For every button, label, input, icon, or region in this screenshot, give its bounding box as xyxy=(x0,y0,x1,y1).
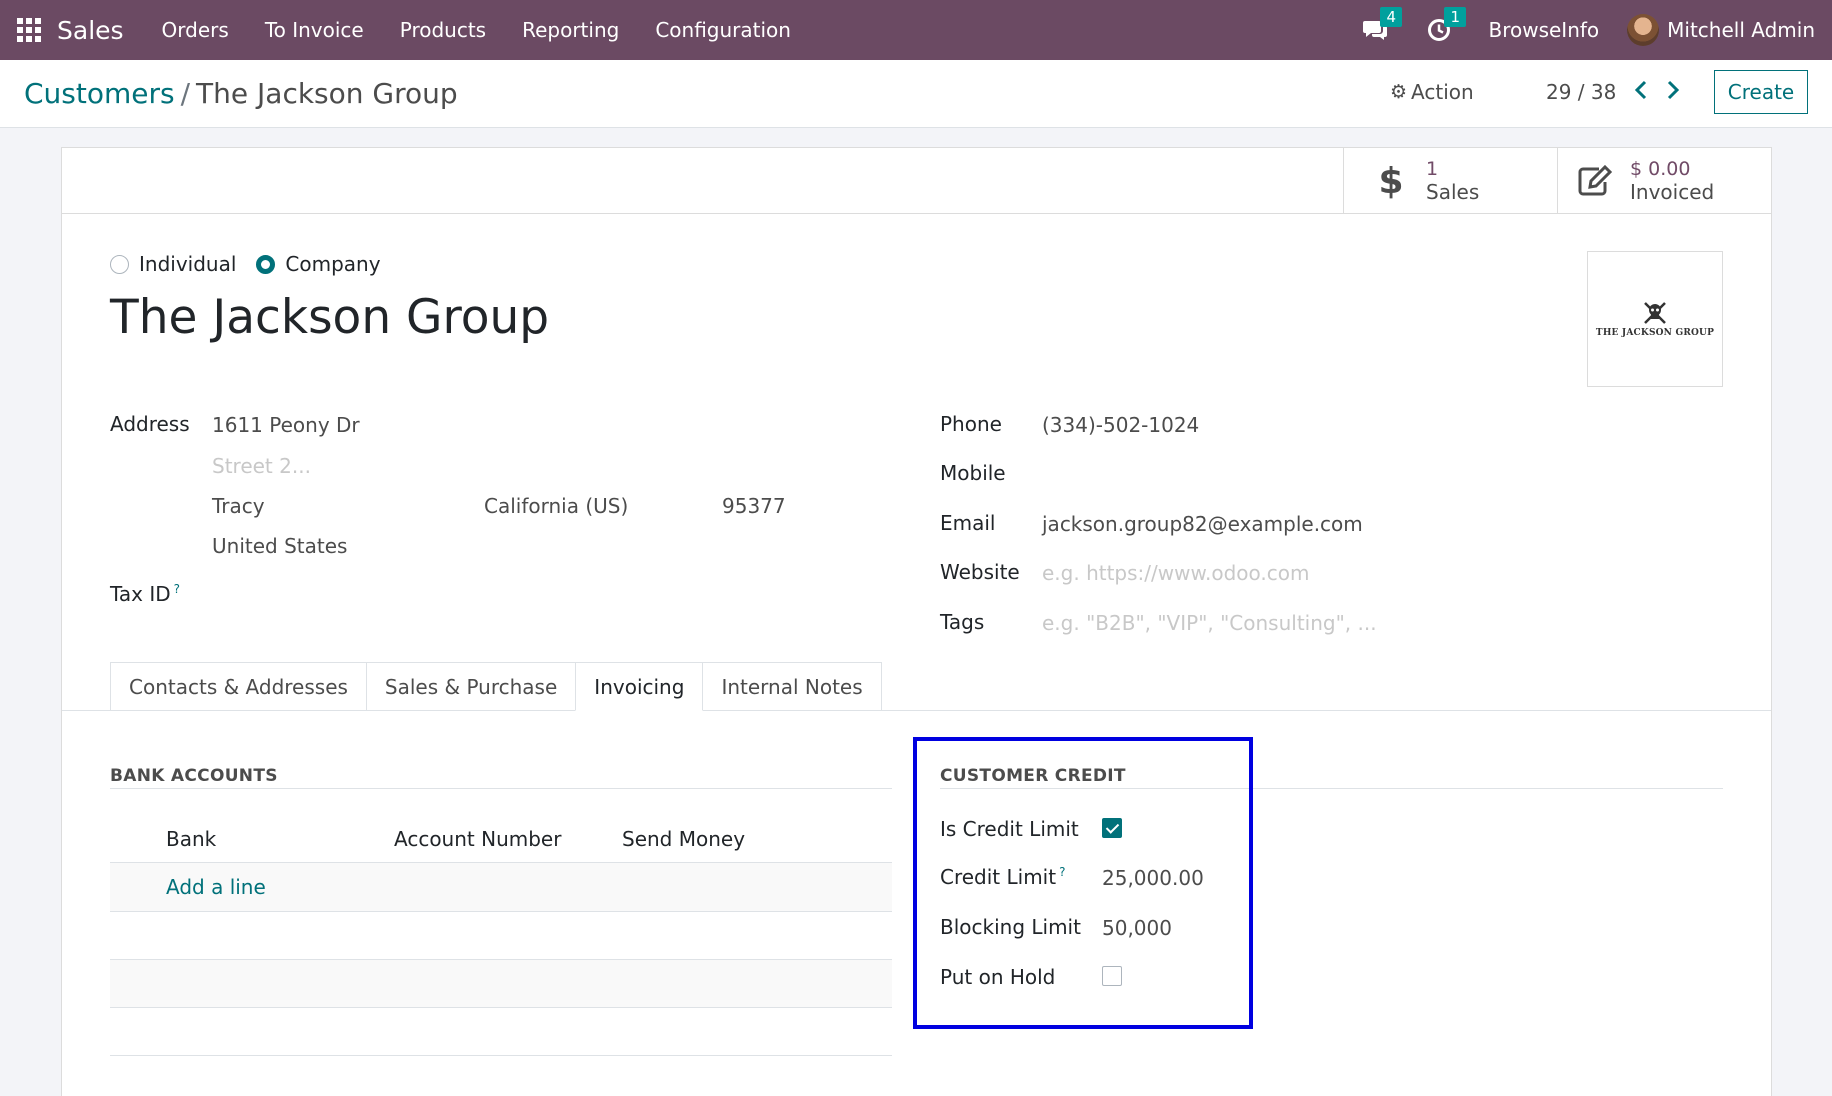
country-field[interactable]: United States xyxy=(212,534,347,558)
skull-logo-icon xyxy=(1644,302,1666,324)
website-label: Website xyxy=(940,560,1020,584)
address-label: Address xyxy=(110,412,190,436)
company-switcher[interactable]: BrowseInfo xyxy=(1488,18,1599,42)
radio-individual-label[interactable]: Individual xyxy=(139,252,236,276)
email-field[interactable]: jackson.group82@example.com xyxy=(1042,512,1363,536)
menu-products[interactable]: Products xyxy=(382,18,504,42)
city-field[interactable]: Tracy xyxy=(212,494,265,518)
menu-reporting[interactable]: Reporting xyxy=(504,18,637,42)
breadcrumb: Customers / The Jackson Group xyxy=(24,77,458,110)
column-send-money[interactable]: Send Money xyxy=(622,827,745,851)
zip-field[interactable]: 95377 xyxy=(722,494,786,518)
table-row-divider xyxy=(110,1007,892,1008)
tax-id-label-text: Tax ID xyxy=(110,582,171,606)
pager-value[interactable]: 29 / 38 xyxy=(1546,80,1616,104)
menu-to-invoice[interactable]: To Invoice xyxy=(247,18,382,42)
action-menu-button[interactable]: ⚙ Action xyxy=(1390,80,1474,104)
breadcrumb-customers[interactable]: Customers xyxy=(24,77,175,110)
app-grid-icon[interactable] xyxy=(17,18,41,42)
street-field[interactable]: 1611 Peony Dr xyxy=(212,413,360,437)
mobile-label: Mobile xyxy=(940,461,1006,485)
bank-accounts-title: BANK ACCOUNTS xyxy=(110,766,278,786)
tabs-divider xyxy=(62,710,1771,711)
notebook-tabs: Contacts & Addresses Sales & Purchase In… xyxy=(110,662,882,711)
create-button[interactable]: Create xyxy=(1714,70,1808,114)
dollar-icon: $ xyxy=(1366,162,1416,200)
street2-field[interactable]: Street 2... xyxy=(212,454,311,478)
gear-icon: ⚙ xyxy=(1390,81,1408,103)
tab-internal-notes[interactable]: Internal Notes xyxy=(702,662,882,711)
table-bottom-border xyxy=(110,1055,892,1056)
phone-field[interactable]: (334)-502-1024 xyxy=(1042,413,1199,437)
add-line-button[interactable]: Add a line xyxy=(166,875,266,899)
pager-next-button[interactable] xyxy=(1663,76,1683,104)
top-navbar: Sales Orders To Invoice Products Reporti… xyxy=(0,0,1832,60)
table-row xyxy=(110,960,892,1007)
mobile-field[interactable] xyxy=(1042,461,1442,485)
invoiced-amount: $ 0.00 xyxy=(1630,158,1691,180)
tags-label: Tags xyxy=(940,610,985,634)
pager-previous-button[interactable] xyxy=(1631,76,1651,104)
tab-sales-purchase[interactable]: Sales & Purchase xyxy=(365,662,577,711)
chevron-left-icon xyxy=(1634,80,1647,100)
radio-company[interactable] xyxy=(256,254,276,274)
app-name[interactable]: Sales xyxy=(57,16,124,45)
customer-credit-highlight xyxy=(913,737,1253,1029)
sales-label: Sales xyxy=(1426,180,1480,204)
radio-company-label[interactable]: Company xyxy=(285,252,380,276)
activities-button[interactable]: 1 xyxy=(1424,7,1467,45)
email-label: Email xyxy=(940,511,996,535)
svg-text:$: $ xyxy=(1379,162,1403,200)
column-account-number[interactable]: Account Number xyxy=(394,827,561,851)
user-menu[interactable]: Mitchell Admin xyxy=(1667,18,1815,42)
tab-invoicing[interactable]: Invoicing xyxy=(575,662,704,711)
logo-text: THE JACKSON GROUP xyxy=(1595,328,1715,338)
smart-button-box: $ 1 Sales $ 0.00 Invoiced xyxy=(62,148,1771,214)
radio-individual[interactable] xyxy=(110,254,129,274)
sales-smart-button[interactable]: $ 1 Sales xyxy=(1343,148,1558,214)
column-bank[interactable]: Bank xyxy=(166,827,216,851)
breadcrumb-current: The Jackson Group xyxy=(196,77,458,110)
phone-label: Phone xyxy=(940,412,1002,436)
state-field[interactable]: California (US) xyxy=(484,494,628,518)
tax-id-label: Tax ID? xyxy=(110,582,180,606)
sales-count: 1 xyxy=(1426,158,1439,180)
activities-badge: 1 xyxy=(1444,7,1467,27)
website-field[interactable]: e.g. https://www.odoo.com xyxy=(1042,561,1309,585)
invoiced-label: Invoiced xyxy=(1630,180,1715,204)
user-avatar[interactable] xyxy=(1627,14,1660,46)
action-label: Action xyxy=(1411,80,1474,104)
bank-accounts-rule xyxy=(110,788,892,789)
partner-logo[interactable]: THE JACKSON GROUP xyxy=(1587,251,1723,387)
navbar-systray: 4 1 BrowseInfo Mitchell Admin xyxy=(1360,0,1832,60)
menu-orders[interactable]: Orders xyxy=(144,18,247,42)
messages-badge: 4 xyxy=(1380,7,1403,27)
table-row-divider xyxy=(110,911,892,912)
messages-button[interactable]: 4 xyxy=(1360,7,1403,45)
tab-contacts-addresses[interactable]: Contacts & Addresses xyxy=(110,662,367,711)
menu-configuration[interactable]: Configuration xyxy=(637,18,809,42)
breadcrumb-separator: / xyxy=(180,77,191,110)
edit-icon xyxy=(1570,165,1620,197)
invoiced-smart-button[interactable]: $ 0.00 Invoiced xyxy=(1557,148,1771,214)
tags-field[interactable]: e.g. "B2B", "VIP", "Consulting", ... xyxy=(1042,611,1377,635)
help-tooltip-icon[interactable]: ? xyxy=(174,582,180,596)
control-panel: Customers / The Jackson Group ⚙ Action 29 … xyxy=(0,60,1832,128)
partner-name-field[interactable]: The Jackson Group xyxy=(110,290,549,345)
chevron-right-icon xyxy=(1667,80,1680,100)
company-type-radio: Individual Company xyxy=(110,252,401,276)
